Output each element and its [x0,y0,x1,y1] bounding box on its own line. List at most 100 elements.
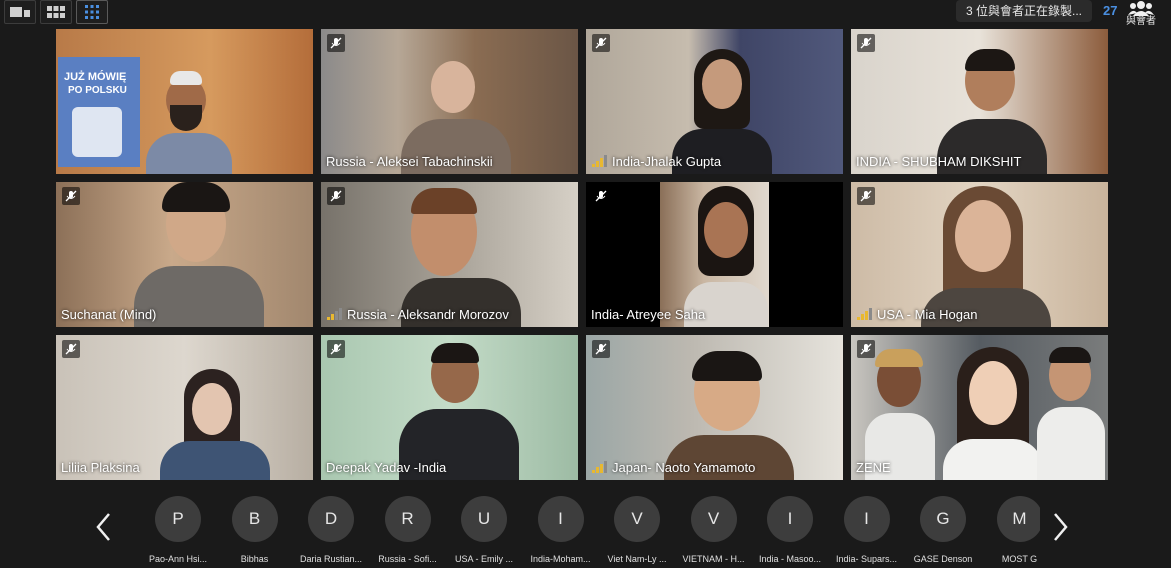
avatar-list: P Pao-Ann Hsi... B Bibhas D Daria Rustian... R… [140,496,1040,568]
participant-avatar[interactable]: I India - Masoo... [752,496,828,564]
participant-avatar[interactable]: I India-Moham... [523,496,599,564]
participant-avatar[interactable]: P Pao-Ann Hsi... [140,496,216,564]
avatar-name: Pao-Ann Hsi... [148,554,208,564]
top-toolbar: 3 位與會者正在錄製... 27 與會者 [0,0,1171,28]
gallery-view-button[interactable] [40,0,72,24]
muted-mic-icon [857,187,875,205]
video-tile[interactable]: INDIA - SHUBHAM DIKSHIT [851,29,1108,174]
muted-mic-icon [592,340,610,358]
participants-icon [1128,1,1154,16]
avatar-name: Viet Nam-Ly ... [607,554,667,564]
participant-name: INDIA - SHUBHAM DIKSHIT [856,154,1022,169]
audio-level-icon [592,461,607,473]
video-tile[interactable]: JUŻ MÓWIĘ PO POLSKU [56,29,313,174]
video-tile[interactable]: India- Atreyee Saha [586,182,843,327]
participant-figure [921,186,1051,327]
avatar-name: Daria Rustian... [299,554,363,564]
participant-figure [142,71,232,174]
avatar-name: India-Moham... [530,554,591,564]
participant-avatar[interactable]: U USA - Emily ... [446,496,522,564]
muted-mic-icon [327,340,345,358]
avatar-initial: V [690,496,737,542]
avatar-initial: B [231,496,278,542]
participant-avatar[interactable]: R Russia - Sofi... [370,496,446,564]
avatar-initial: G [920,496,966,542]
gallery-grid-icon [47,6,65,18]
avatar-initial: D [308,496,354,542]
participant-name: Suchanat (Mind) [61,307,157,322]
participant-name: Japan- Naoto Yamamoto [612,460,756,475]
muted-mic-icon [327,187,345,205]
avatar-name: GASE Denson [913,554,973,564]
participant-figure [684,186,768,327]
participant-figure [943,347,1043,480]
avatar-name: MOST G [1001,554,1038,564]
participant-figure [1037,347,1105,480]
muted-mic-icon [62,340,80,358]
participant-avatar[interactable]: V VIETNAM - H... [676,496,752,564]
muted-mic-icon [592,187,610,205]
video-tile[interactable]: ZENE [851,335,1108,480]
video-tile[interactable]: Suchanat (Mind) [56,182,313,327]
muted-mic-icon [857,34,875,52]
participant-name: India- Atreyee Saha [591,307,706,322]
participant-avatar[interactable]: V Viet Nam-Ly ... [599,496,675,564]
participant-avatar[interactable]: B Bibhas [217,496,293,564]
speaker-view-button[interactable] [4,0,36,24]
avatar-name: USA - Emily ... [454,554,513,564]
avatar-initial: R [384,496,431,542]
book-title-line1: JUŻ MÓWIĘ [64,71,127,83]
participants-label: 與會者 [1126,16,1156,27]
avatar-initial: U [461,496,507,542]
muted-mic-icon [592,34,610,52]
participant-avatar[interactable]: G GASE Denson [905,496,981,564]
avatar-name: India- Supars... [835,554,898,564]
participant-name: Liliia Plaksina [61,460,140,475]
avatar-initial: M [996,496,1040,542]
muted-mic-icon [857,340,875,358]
participant-count: 27 [1103,3,1118,18]
participant-avatar[interactable]: I India- Supars... [829,496,905,564]
video-tile[interactable]: Deepak Yadav -India [321,335,578,480]
recording-notice[interactable]: 3 位與會者正在錄製... [956,0,1093,22]
participant-avatar[interactable]: D Daria Rustian... [293,496,369,564]
chevron-right-icon[interactable] [1050,512,1070,542]
muted-mic-icon [327,34,345,52]
participant-strip: P Pao-Ann Hsi... B Bibhas D Daria Rustian... R… [0,490,1171,568]
multi-speaker-view-button[interactable] [76,0,108,24]
participant-name: Russia - Aleksandr Morozov [347,307,509,322]
avatar-initial: I [767,496,813,542]
avatar-initial: V [614,496,660,542]
participant-figure [134,182,264,327]
participant-name: USA - Mia Hogan [877,307,978,322]
video-tile[interactable]: India-Jhalak Gupta [586,29,843,174]
avatar-name: Russia - Sofi... [378,554,437,564]
video-tile[interactable]: Russia - Aleksandr Morozov [321,182,578,327]
video-tile[interactable]: USA - Mia Hogan [851,182,1108,327]
book-title-line2: PO POLSKU [68,85,127,96]
avatar-name: Bibhas [240,554,269,564]
book-cover: JUŻ MÓWIĘ PO POLSKU [58,57,140,167]
avatar-initial: I [843,496,890,542]
participant-avatar[interactable]: M MOST G [982,496,1040,564]
chevron-left-icon[interactable] [94,512,114,542]
view-switcher [4,0,108,24]
participants-button[interactable]: 與會者 [1123,0,1159,28]
audio-level-icon [857,308,872,320]
audio-level-icon [327,308,342,320]
video-tile[interactable]: Russia - Aleksei Tabachinskii [321,29,578,174]
participant-name: ZENE [856,460,891,475]
speaker-view-icon [10,7,30,17]
avatar-initial: P [155,496,201,542]
video-grid: JUŻ MÓWIĘ PO POLSKU Russia - Aleksei Tab… [56,29,1108,480]
participant-figure [160,369,270,480]
avatar-name: India - Masoo... [758,554,822,564]
participant-name: Deepak Yadav -India [326,460,447,475]
video-tile[interactable]: Japan- Naoto Yamamoto [586,335,843,480]
video-tile[interactable]: Liliia Plaksina [56,335,313,480]
avatar-name: VIETNAM - H... [682,554,745,564]
participant-name: Russia - Aleksei Tabachinskii [326,154,493,169]
audio-level-icon [592,155,607,167]
dot-grid-icon [85,5,99,19]
muted-mic-icon [62,187,80,205]
